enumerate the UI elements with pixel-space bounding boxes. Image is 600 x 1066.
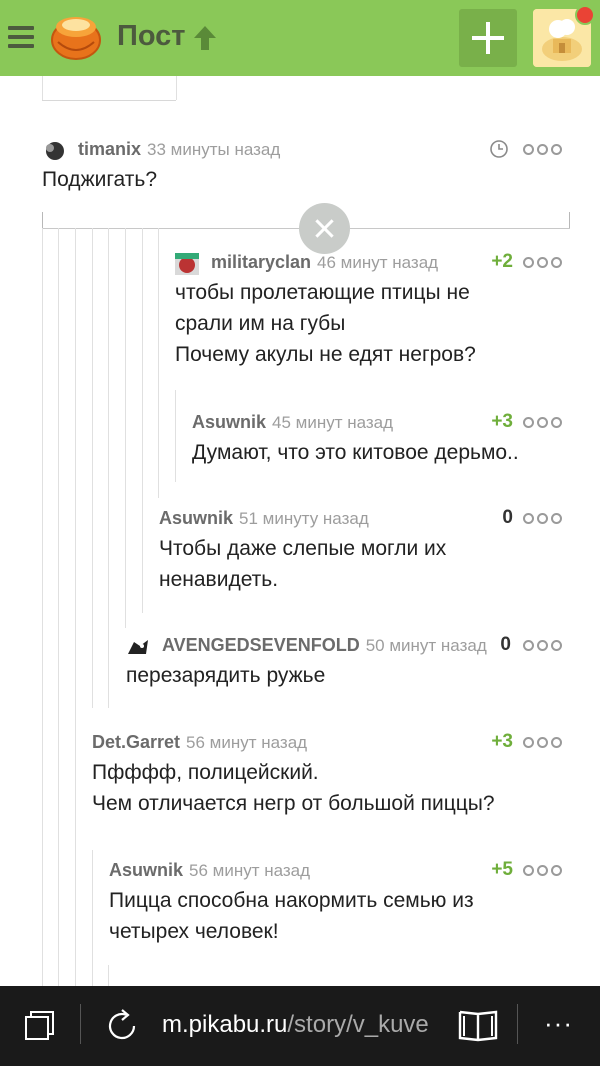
comment-line: срали им на губы [175, 312, 346, 335]
comment-time: 46 минут назад [317, 253, 439, 272]
thread-line [175, 390, 176, 482]
browser-toolbar: m.pikabu.ru/story/v_kuve ··· [0, 986, 600, 1066]
up-arrow-icon[interactable] [192, 24, 218, 52]
comment-line: Почему акулы не едят негров? [175, 343, 476, 366]
more-options-icon[interactable] [523, 639, 562, 651]
thread-line [142, 228, 143, 613]
comment: AVENGEDSEVENFOLD 50 минут назад 0 перезар… [126, 630, 562, 691]
address-bar[interactable]: m.pikabu.ru/story/v_kuve [162, 1011, 429, 1039]
comment-line: Чем отличается негр от большой пиццы? [92, 792, 495, 815]
tabs-icon[interactable] [24, 1010, 56, 1042]
comment-header: Asuwnik 56 минут назад +5 [109, 855, 562, 885]
comment-line: Чтобы даже слепые могли их [159, 537, 447, 560]
more-options-icon[interactable] [523, 416, 562, 428]
comment-rating: 0 [500, 634, 511, 655]
add-post-button[interactable] [459, 9, 517, 67]
comment-author[interactable]: Det.Garret [92, 732, 180, 752]
comment-text: Думают, что это китовое дерьмо.. [192, 441, 519, 464]
comment-text: Поджигать? [42, 168, 157, 191]
comment-time: 50 минут назад [365, 636, 487, 655]
comment-header: Asuwnik 45 минут назад +3 [192, 407, 562, 437]
url-path: /story/v_kuve [287, 1011, 429, 1038]
more-options-icon[interactable] [523, 143, 562, 155]
comment: Det.Garret 56 минут назад +3 Пфффф, полиц… [92, 727, 562, 819]
more-options-icon[interactable] [523, 736, 562, 748]
comment-text: перезарядить ружье [126, 664, 326, 687]
pikabu-logo[interactable] [48, 10, 104, 62]
thread-line [42, 228, 43, 986]
refresh-icon[interactable] [104, 1008, 140, 1044]
more-options-icon[interactable] [523, 256, 562, 268]
comment-header: Det.Garret 56 минут назад +3 [92, 727, 562, 757]
user-avatar-icon[interactable] [42, 140, 66, 162]
comment-rating: +5 [491, 859, 513, 880]
url-host: m.pikabu.ru [162, 1011, 288, 1038]
comment-author[interactable]: AVENGEDSEVENFOLD [162, 635, 360, 655]
comment-rating: +2 [491, 251, 513, 272]
more-options-icon[interactable] [523, 864, 562, 876]
thread-line [58, 228, 59, 986]
more-icon[interactable]: ··· [544, 1008, 573, 1039]
comment: militaryclan 46 минут назад +2 чтобы прол… [175, 247, 562, 370]
thread-line [42, 76, 43, 100]
reading-view-icon[interactable] [458, 1008, 498, 1044]
comment: Asuwnik 51 минуту назад 0 Чтобы даже слеп… [159, 503, 562, 595]
thread-line [92, 228, 93, 708]
thread-line [42, 100, 176, 101]
comment-author[interactable]: Asuwnik [192, 412, 266, 432]
toolbar-separator [80, 1004, 81, 1044]
comment-header: AVENGEDSEVENFOLD 50 минут назад 0 [126, 630, 562, 660]
clock-icon[interactable] [489, 139, 509, 159]
menu-icon[interactable] [8, 26, 34, 50]
comment-time: 56 минут назад [189, 861, 311, 880]
thread-line [75, 228, 76, 986]
comment-text: чтобы пролетающие птицы не срали им на г… [175, 277, 562, 370]
comment-line: Пфффф, полицейский. [92, 761, 319, 784]
user-avatar-icon[interactable] [175, 252, 199, 275]
comment-text: Пицца способна накормить семью из четыре… [109, 885, 562, 947]
comment-line: Пицца способна накормить семью из [109, 889, 474, 912]
comment-rating: +3 [491, 731, 513, 752]
comment-header: timanix 33 минуты назад [42, 134, 562, 164]
comment-line: четырех человек! [109, 920, 279, 943]
toolbar-separator [517, 1004, 518, 1044]
comment-rating: 0 [502, 507, 513, 528]
thread-line [176, 76, 177, 100]
comment-header: militaryclan 46 минут назад +2 [175, 247, 562, 277]
comment-header: Asuwnik 51 минуту назад 0 [159, 503, 562, 533]
comment-time: 56 минут назад [186, 733, 308, 752]
user-avatar-icon[interactable] [126, 636, 150, 658]
comment-author[interactable]: militaryclan [211, 252, 311, 272]
comment-time: 33 минуты назад [147, 140, 281, 159]
comment: Asuwnik 45 минут назад +3 Думают, что это… [192, 407, 562, 468]
notification-badge [575, 5, 595, 25]
page-title: Пост [117, 20, 186, 52]
thread-line [108, 965, 109, 986]
comment-line: чтобы пролетающие птицы не [175, 281, 470, 304]
thread-line [158, 228, 159, 498]
thread-line [92, 850, 93, 986]
comment-line: ненавидеть. [159, 568, 279, 591]
thread-line [569, 212, 570, 228]
comment-time: 45 минут назад [272, 413, 394, 432]
top-app-bar: Пост [0, 0, 600, 76]
thread-line [125, 228, 126, 628]
thread-line [108, 228, 109, 708]
comment: timanix 33 минуты назад Поджигать? [42, 134, 562, 195]
comment: Asuwnik 56 минут назад +5 Пицца способна … [109, 855, 562, 947]
comment-author[interactable]: timanix [78, 139, 141, 159]
comment-author[interactable]: Asuwnik [159, 508, 233, 528]
thread-line [42, 212, 43, 228]
comment-rating: +3 [491, 411, 513, 432]
comment-time: 51 минуту назад [239, 509, 369, 528]
comment-text: Пфффф, полицейский. Чем отличается негр … [92, 757, 562, 819]
comment-text: Чтобы даже слепые могли их ненавидеть. [159, 533, 562, 595]
comment-author[interactable]: Asuwnik [109, 860, 183, 880]
more-options-icon[interactable] [523, 512, 562, 524]
